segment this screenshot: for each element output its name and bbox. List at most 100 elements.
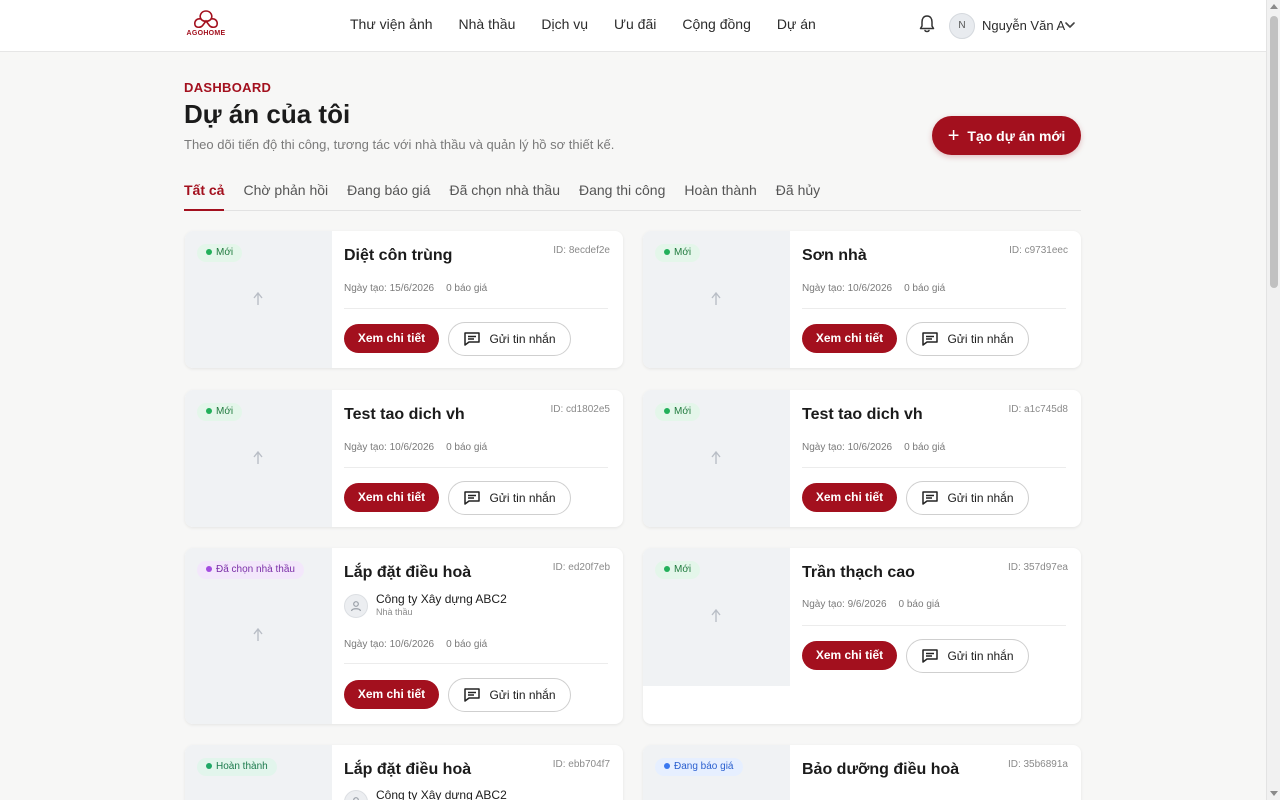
page-scrollbar[interactable] xyxy=(1266,0,1280,800)
card-divider xyxy=(802,625,1066,626)
user-icon xyxy=(353,797,359,800)
message-icon xyxy=(922,332,939,346)
nav-projects[interactable]: Dự án xyxy=(777,16,816,32)
send-message-button[interactable]: Gửi tin nhắn xyxy=(448,322,571,356)
scroll-up-arrow-icon[interactable] xyxy=(1270,4,1278,9)
top-header: AGOHOME Thư viện ảnh Nhà thầu Dịch vụ Ưu… xyxy=(0,0,1266,52)
project-card[interactable]: Mới Test tao dich vh ID: a1c745d8 Ngày t… xyxy=(643,390,1081,527)
project-id: ID: ed20f7eb xyxy=(552,562,610,573)
project-title[interactable]: Sơn nhà xyxy=(802,247,867,265)
user-icon xyxy=(350,601,362,612)
status-tabs: Tất cả Chờ phản hồi Đang báo giá Đã chọn… xyxy=(184,182,1081,211)
project-title[interactable]: Bảo dưỡng điều hoà xyxy=(802,761,959,779)
project-meta: Ngày tạo: 10/6/2026 0 báo giá xyxy=(344,639,488,650)
tab-all[interactable]: Tất cả xyxy=(184,182,225,211)
project-meta: Ngày tạo: 10/6/2026 0 báo giá xyxy=(802,442,946,453)
scroll-down-arrow-icon[interactable] xyxy=(1270,791,1278,796)
tab-in-construction[interactable]: Đang thi công xyxy=(579,182,665,210)
bell-icon[interactable] xyxy=(918,14,936,34)
contractor-info[interactable]: Công ty Xây dựng ABC2 Nhà thầu xyxy=(344,592,507,618)
card-divider xyxy=(802,308,1066,309)
project-meta: Ngày tạo: 15/6/2026 0 báo giá xyxy=(344,283,488,294)
tab-awaiting-response[interactable]: Chờ phản hồi xyxy=(243,182,328,210)
project-card[interactable]: Mới Trần thạch cao ID: 357d97ea Ngày tạo… xyxy=(643,548,1081,724)
status-badge: Đã chọn nhà thầu xyxy=(197,561,304,579)
contractor-info[interactable]: Công ty Xây dựng ABC2 xyxy=(344,788,507,800)
logo-mark-icon xyxy=(194,10,218,29)
nav-offers[interactable]: Ưu đãi xyxy=(614,16,656,32)
status-badge: Hoàn thành xyxy=(197,758,277,776)
page-title: Dự án của tôi xyxy=(184,99,351,129)
user-name[interactable]: Nguyễn Văn A xyxy=(982,18,1065,33)
project-card[interactable]: Mới Sơn nhà ID: c9731eec Ngày tạo: 10/6/… xyxy=(643,231,1081,368)
message-icon xyxy=(464,332,481,346)
project-title[interactable]: Test tao dich vh xyxy=(802,406,923,424)
view-details-button[interactable]: Xem chi tiết xyxy=(344,680,439,709)
project-thumbnail: Đã chọn nhà thầu xyxy=(185,548,332,724)
user-avatar[interactable]: N xyxy=(949,13,975,39)
scroll-thumb[interactable] xyxy=(1270,16,1278,288)
project-title[interactable]: Diệt côn trùng xyxy=(344,247,452,265)
status-badge: Mới xyxy=(197,403,243,421)
nav-contractors[interactable]: Nhà thầu xyxy=(459,16,516,32)
image-placeholder-icon xyxy=(253,451,263,464)
project-id: ID: 35b6891a xyxy=(1007,759,1068,770)
tab-completed[interactable]: Hoàn thành xyxy=(684,182,756,210)
status-badge: Mới xyxy=(655,244,701,262)
image-placeholder-icon xyxy=(711,609,721,622)
project-title[interactable]: Test tao dich vh xyxy=(344,406,465,424)
message-icon xyxy=(922,491,939,505)
nav-community[interactable]: Cộng đồng xyxy=(682,16,751,32)
message-icon xyxy=(922,649,939,663)
card-divider xyxy=(344,308,608,309)
page-subtitle: Theo dõi tiến độ thi công, tương tác với… xyxy=(184,137,615,152)
project-thumbnail: Mới xyxy=(643,390,790,527)
status-badge: Mới xyxy=(655,561,701,579)
send-message-button[interactable]: Gửi tin nhắn xyxy=(448,481,571,515)
project-card[interactable]: Hoàn thành Lắp đặt điều hoà ID: ebb704f7… xyxy=(185,745,623,800)
project-card[interactable]: Mới Test tao dich vh ID: cd1802e5 Ngày t… xyxy=(185,390,623,527)
view-details-button[interactable]: Xem chi tiết xyxy=(344,483,439,512)
project-title[interactable]: Trần thạch cao xyxy=(802,564,915,582)
brand-name: AGOHOME xyxy=(186,30,226,37)
project-card[interactable]: Đã chọn nhà thầu Lắp đặt điều hoà ID: ed… xyxy=(185,548,623,724)
project-id: ID: c9731eec xyxy=(1009,245,1068,256)
nav-photo-library[interactable]: Thư viện ảnh xyxy=(350,16,433,32)
create-project-button[interactable]: + Tạo dự án mới xyxy=(932,116,1081,155)
project-id: ID: 357d97ea xyxy=(1007,562,1068,573)
project-thumbnail: Mới xyxy=(643,231,790,368)
send-message-button[interactable]: Gửi tin nhắn xyxy=(906,322,1029,356)
chevron-down-icon[interactable] xyxy=(1064,19,1076,31)
view-details-button[interactable]: Xem chi tiết xyxy=(344,324,439,353)
tab-cancelled[interactable]: Đã hủy xyxy=(776,182,820,210)
contractor-name: Công ty Xây dựng ABC2 xyxy=(376,788,507,800)
project-meta: Ngày tạo: 9/6/2026 0 báo giá xyxy=(802,599,940,610)
create-project-label: Tạo dự án mới xyxy=(967,127,1066,144)
tab-quoting[interactable]: Đang báo giá xyxy=(347,182,430,210)
project-thumbnail: Mới xyxy=(185,231,332,368)
project-id: ID: cd1802e5 xyxy=(550,404,611,415)
project-card[interactable]: Đang báo giá Bảo dưỡng điều hoà ID: 35b6… xyxy=(643,745,1081,800)
send-message-button[interactable]: Gửi tin nhắn xyxy=(448,678,571,712)
image-placeholder-icon xyxy=(711,451,721,464)
card-divider xyxy=(802,467,1066,468)
project-title[interactable]: Lắp đặt điều hoà xyxy=(344,564,471,582)
image-placeholder-icon xyxy=(711,292,721,305)
card-divider xyxy=(344,467,608,468)
nav-services[interactable]: Dịch vụ xyxy=(541,16,588,32)
send-message-button[interactable]: Gửi tin nhắn xyxy=(906,481,1029,515)
view-details-button[interactable]: Xem chi tiết xyxy=(802,324,897,353)
contractor-role: Nhà thầu xyxy=(376,607,413,617)
project-meta: Ngày tạo: 10/6/2026 0 báo giá xyxy=(344,442,488,453)
brand-logo[interactable]: AGOHOME xyxy=(184,9,228,43)
project-thumbnail: Hoàn thành xyxy=(185,745,332,800)
view-details-button[interactable]: Xem chi tiết xyxy=(802,483,897,512)
project-card[interactable]: Mới Diệt côn trùng ID: 8ecdef2e Ngày tạo… xyxy=(185,231,623,368)
project-title[interactable]: Lắp đặt điều hoà xyxy=(344,761,471,779)
project-meta: Ngày tạo: 10/6/2026 0 báo giá xyxy=(802,283,946,294)
tab-contractor-chosen[interactable]: Đã chọn nhà thầu xyxy=(449,182,560,210)
send-message-button[interactable]: Gửi tin nhắn xyxy=(906,639,1029,673)
plus-icon: + xyxy=(947,124,960,147)
project-id: ID: 8ecdef2e xyxy=(553,245,610,256)
view-details-button[interactable]: Xem chi tiết xyxy=(802,641,897,670)
